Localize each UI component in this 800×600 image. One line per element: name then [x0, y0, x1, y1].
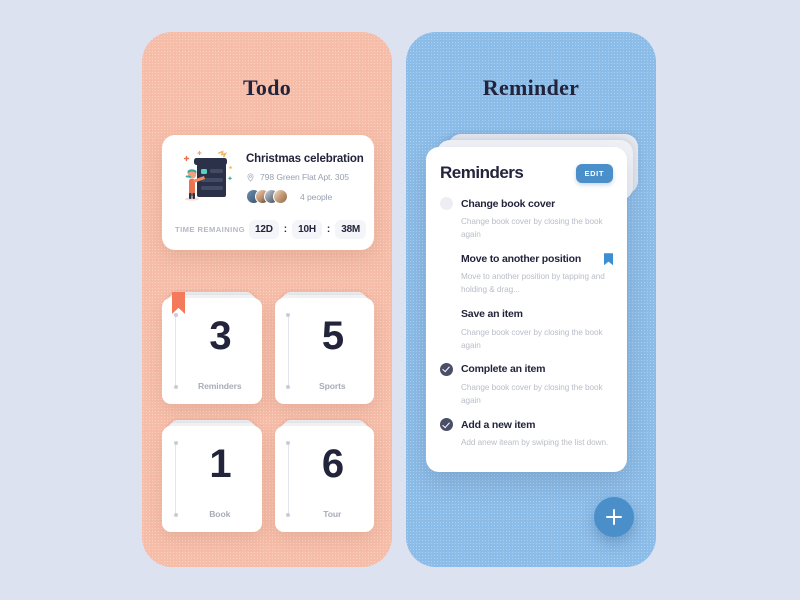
- avatar: [273, 189, 288, 204]
- category-count: 5: [321, 314, 344, 358]
- todo-phone-panel: Todo Christmas celebration 798 Green Fla…: [142, 32, 392, 567]
- reminders-card-stack: Reminders EDIT Change book cover Change …: [426, 134, 638, 472]
- event-location-row: 798 Green Flat Apt. 305: [246, 172, 361, 182]
- card-spine-line: [286, 313, 290, 389]
- reminder-item-head: Complete an item: [440, 362, 613, 376]
- reminder-checkbox[interactable]: [440, 308, 453, 321]
- edit-button[interactable]: EDIT: [575, 163, 613, 183]
- category-card-face: 3 Reminders: [162, 298, 262, 404]
- category-label: Reminders: [197, 381, 242, 391]
- reminder-description: Change book cover by closing the book ag…: [461, 327, 603, 350]
- reminder-title: Change book cover: [461, 197, 556, 210]
- reminder-description: Change book cover by closing the book ag…: [461, 382, 603, 405]
- category-card-book[interactable]: 1 Book: [162, 420, 262, 532]
- event-info: Christmas celebration 798 Green Flat Apt…: [246, 149, 364, 204]
- reminder-item[interactable]: Save an item Change book cover by closin…: [440, 308, 613, 352]
- avatar-group[interactable]: [246, 189, 288, 204]
- reminder-item[interactable]: Complete an item Change book cover by cl…: [440, 362, 613, 407]
- reminder-description: Move to another position by tapping and …: [461, 272, 605, 295]
- add-reminder-fab[interactable]: [594, 497, 634, 537]
- reminder-description: Add anew iteam by swiping the list down.: [461, 438, 609, 447]
- checklist-illustration-icon: [175, 149, 235, 207]
- category-card-reminders[interactable]: 3 Reminders: [162, 292, 262, 404]
- reminder-item-head: Move to another position: [440, 252, 613, 265]
- category-count: 6: [321, 442, 344, 486]
- reminder-item-head: Add a new item: [440, 418, 613, 431]
- reminder-title: Add a new item: [461, 418, 536, 431]
- card-spine-line: [173, 313, 178, 389]
- reminder-checkbox[interactable]: [440, 197, 453, 210]
- reminder-item[interactable]: Change book cover Change book cover by c…: [440, 197, 613, 241]
- reminder-item[interactable]: Add a new item Add anew iteam by swiping…: [440, 418, 613, 449]
- card-spine-line: [173, 441, 178, 517]
- time-separator: :: [326, 223, 331, 235]
- category-card-sports[interactable]: 5 Sports: [274, 292, 374, 404]
- category-label: Sports: [318, 381, 346, 391]
- reminders-header: Reminders EDIT: [440, 163, 613, 183]
- reminder-checkbox[interactable]: [440, 252, 453, 265]
- card-spine-line: [286, 441, 290, 517]
- location-pin-icon: [246, 172, 255, 182]
- reminder-description: Change book cover by closing the book ag…: [461, 217, 603, 240]
- reminder-panel-title: Reminder: [482, 75, 580, 100]
- category-cards-grid: 3 Reminders 5 Sports 1 Book 6 Tour: [162, 292, 374, 532]
- time-remaining-row: TIME REMAINING 12D : 10H : 38M: [175, 220, 367, 239]
- category-count: 1: [209, 442, 231, 486]
- app-mockup-stage: Todo Christmas celebration 798 Green Fla…: [0, 0, 800, 600]
- people-count: 4 people: [300, 191, 333, 202]
- reminders-heading: Reminders: [440, 163, 524, 182]
- event-people-row: 4 people: [246, 189, 361, 204]
- category-label: Tour: [323, 509, 342, 519]
- category-card-face: 5 Sports: [274, 298, 374, 404]
- reminders-card: Reminders EDIT Change book cover Change …: [426, 147, 627, 472]
- time-remaining-label: TIME REMAINING: [175, 225, 246, 234]
- reminder-title: Save an item: [461, 308, 523, 320]
- reminder-phone-panel: Reminder Reminders EDIT Change book cove…: [406, 32, 656, 567]
- event-card-top: Christmas celebration 798 Green Flat Apt…: [175, 149, 364, 207]
- reminder-item-head: Change book cover: [440, 197, 613, 210]
- event-title: Christmas celebration: [246, 153, 364, 165]
- reminder-checkbox[interactable]: [440, 362, 453, 376]
- time-separator: :: [283, 223, 288, 235]
- reminder-title: Complete an item: [461, 363, 546, 376]
- event-card[interactable]: Christmas celebration 798 Green Flat Apt…: [162, 135, 374, 250]
- reminder-item[interactable]: Move to another position Move to another…: [440, 252, 613, 296]
- time-chip-hours: 10H: [292, 220, 322, 239]
- category-card-face: 1 Book: [162, 426, 262, 532]
- category-card-face: 6 Tour: [274, 426, 374, 532]
- todo-panel-title: Todo: [242, 75, 292, 100]
- time-chip-days: 12D: [249, 220, 279, 239]
- event-location-text: 798 Green Flat Apt. 305: [260, 172, 349, 182]
- time-chip-minutes: 38M: [335, 220, 367, 239]
- category-card-tour[interactable]: 6 Tour: [274, 420, 374, 532]
- category-label: Book: [209, 509, 231, 519]
- reminder-item-head: Save an item: [440, 308, 613, 321]
- reminder-title: Move to another position: [461, 252, 582, 265]
- category-count: 3: [209, 314, 231, 358]
- reminder-checkbox[interactable]: [440, 418, 453, 431]
